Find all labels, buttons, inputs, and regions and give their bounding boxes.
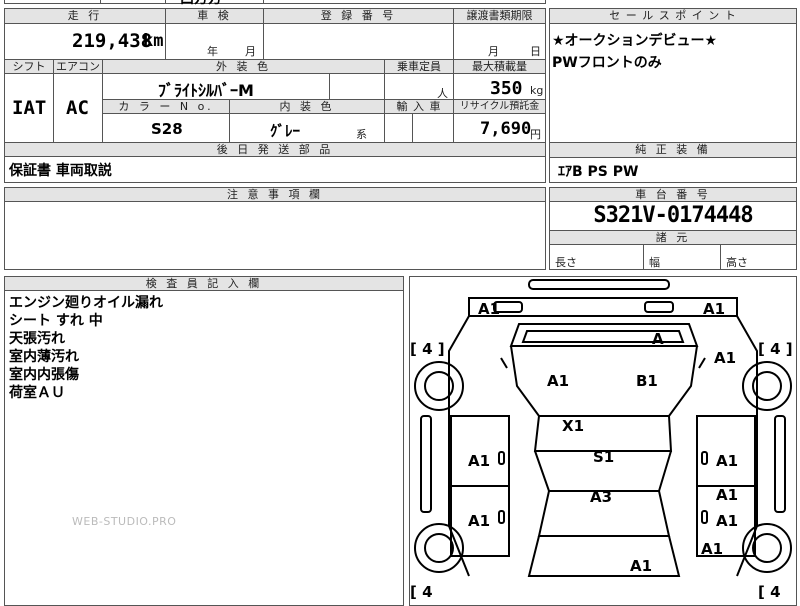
inspector-header: 検 査 員 記 入 欄	[4, 276, 404, 291]
transfer-deadline-header: 譲渡書類期限	[453, 8, 546, 24]
damage-mark: X1	[562, 417, 585, 435]
notes-header: 注 意 事 項 欄	[4, 187, 546, 202]
later-parts-header: 後 日 発 送 部 品	[4, 142, 546, 157]
capacity-header: 乗車定員	[384, 59, 454, 74]
damage-mark: S1	[593, 448, 615, 466]
sales-point-line-2: PWフロントのみ	[552, 55, 662, 71]
damage-mark: A1	[716, 452, 739, 470]
aircon-value: AC	[66, 97, 89, 119]
interior-color-value: ｸﾞﾚｰ	[270, 122, 301, 140]
inspector-comments: エンジン廻りオイル漏れ シート すれ 中 天張汚れ 室内薄汚れ 室内内張傷 荷室…	[9, 294, 163, 402]
damage-mark: A1	[701, 540, 724, 558]
exterior-color-value: ﾌﾞﾗｲﾄｼﾙﾊﾞｰM	[158, 81, 254, 100]
inspection-year-unit: 年	[207, 45, 218, 58]
damage-mark: A1	[716, 486, 739, 504]
recycle-header: リサイクル預託金	[453, 99, 546, 114]
later-parts-value: 保証書 車両取説	[9, 163, 112, 179]
damage-mark: A1	[478, 300, 501, 318]
shift-header: シフト	[4, 59, 54, 74]
transfer-month-unit: 月	[488, 45, 499, 58]
damage-mark: B1	[636, 372, 658, 390]
inspector-line: 室内内張傷	[9, 367, 79, 383]
max-load-value: 350	[490, 78, 523, 99]
watermark: WEB-STUDIO.PRO	[72, 515, 177, 528]
sales-points-header: セ ー ル ス ポ イ ン ト	[549, 8, 797, 24]
registration-header: 登 録 番 号	[263, 8, 454, 24]
equipment-value: ｴｱB PS PW	[558, 164, 639, 180]
mileage-unit: km	[143, 31, 164, 51]
damage-mark: A1	[714, 349, 737, 367]
damage-mark: A	[652, 330, 664, 348]
top-partial-text: 西方方	[180, 0, 222, 8]
tire-label-fr: [ 4 ]	[758, 340, 793, 358]
damage-mark: A1	[468, 512, 491, 530]
sales-point-line-1: ★オークションデビュー★	[552, 33, 718, 49]
damage-mark: A1	[547, 372, 570, 390]
inspector-line: シート すれ 中	[9, 313, 103, 329]
max-load-unit: kg	[530, 84, 544, 97]
damage-mark: A3	[590, 488, 613, 506]
dimension-height: 高さ	[726, 256, 748, 269]
interior-color-header: 内 装 色	[229, 99, 385, 114]
tire-label-fl: [ 4 ]	[410, 340, 445, 358]
damage-mark: A1	[716, 512, 739, 530]
damage-mark: A1	[630, 557, 653, 575]
inspector-line: 天張汚れ	[9, 331, 65, 347]
color-no-value: S28	[151, 120, 183, 138]
tire-label-rr: [ 4	[758, 583, 781, 601]
inspector-line: 室内薄汚れ	[9, 349, 79, 365]
chassis-number: S321V-0174448	[593, 203, 753, 228]
mileage-header: 走 行	[4, 8, 166, 24]
aircon-header: エアコン	[53, 59, 103, 74]
color-no-header: カ ラ ー N o.	[102, 99, 230, 114]
shift-value: IAT	[12, 97, 47, 119]
dimension-width: 幅	[649, 256, 660, 269]
top-partial-row	[4, 0, 546, 4]
recycle-unit: 円	[530, 128, 541, 141]
exterior-color-header: 外 装 色	[102, 59, 385, 74]
damage-mark: A1	[468, 452, 491, 470]
mileage-value: 219,438	[72, 30, 153, 52]
inspector-line: 荷室ＡＵ	[9, 385, 65, 401]
dimension-length: 長さ	[555, 256, 577, 269]
interior-color-suffix: 系	[356, 128, 367, 141]
max-load-header: 最大積載量	[453, 59, 546, 74]
chassis-header: 車 台 番 号	[549, 187, 797, 202]
dimensions-header: 諸 元	[549, 230, 797, 245]
damage-mark: A1	[703, 300, 726, 318]
inspection-month-unit: 月	[245, 45, 256, 58]
inspection-header: 車 検	[165, 8, 264, 24]
transfer-day-unit: 日	[530, 45, 541, 58]
inspector-line: エンジン廻りオイル漏れ	[9, 295, 163, 311]
recycle-value: 7,690	[480, 119, 532, 139]
car-diagram	[414, 279, 792, 577]
tire-label-rl: [ 4	[410, 583, 433, 601]
equipment-header: 純 正 装 備	[549, 142, 797, 158]
import-header: 輸 入 車	[384, 99, 454, 114]
